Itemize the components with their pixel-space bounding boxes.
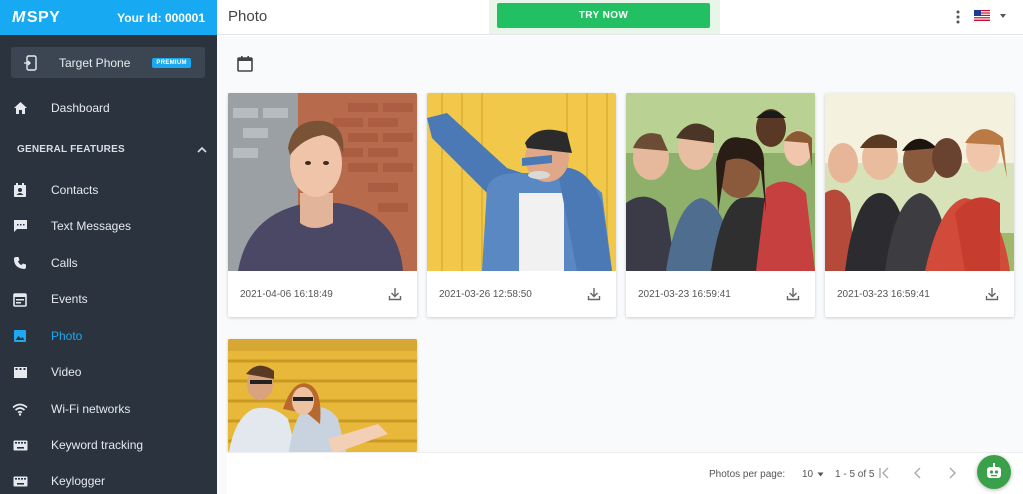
first-page-icon[interactable] [877, 466, 891, 480]
sidebar-item-wifi[interactable]: Wi-Fi networks [0, 394, 217, 424]
keyboard-icon [12, 473, 28, 489]
per-page-label: Photos per page: [709, 469, 786, 480]
chat-support-button[interactable] [977, 455, 1011, 489]
sidebar-item-label: Photo [51, 329, 83, 343]
download-icon[interactable] [388, 287, 402, 301]
sidebar-item-contacts[interactable]: Contacts [0, 175, 217, 205]
phone-switch-icon [24, 54, 37, 71]
calendar-icon[interactable] [236, 55, 254, 73]
sidebar-item-label: Wi-Fi networks [51, 402, 131, 416]
sidebar-item-label: Events [51, 292, 88, 306]
photo-thumbnail[interactable] [825, 93, 1014, 271]
caret-down-icon[interactable] [999, 13, 1007, 19]
photo-thumbnail[interactable] [228, 339, 417, 452]
next-page-icon[interactable] [945, 466, 959, 480]
sidebar-header: M SPY Your Id: 000001 [0, 0, 217, 35]
photo-caption: 2021-03-26 12:58:50 [427, 271, 616, 317]
phone-icon [12, 255, 28, 271]
download-icon[interactable] [985, 287, 999, 301]
page-range: 1 - 5 of 5 [835, 469, 875, 480]
sidebar-item-calls[interactable]: Calls [0, 248, 217, 278]
sidebar-item-label: Video [51, 365, 82, 379]
photo-caption: 2021-03-23 16:59:41 [825, 271, 1014, 317]
more-vert-icon[interactable] [954, 9, 962, 25]
sidebar-item-events[interactable]: Events [0, 284, 217, 314]
sidebar-item-label: Contacts [51, 183, 99, 197]
page-title: Photo [228, 8, 268, 25]
photo-caption: 2021-03-23 16:59:41 [626, 271, 815, 317]
prev-page-icon[interactable] [911, 466, 925, 480]
chevron-up-icon [197, 146, 207, 153]
sidebar-item-label: Keyword tracking [51, 438, 144, 452]
photo-card[interactable]: 2021-04-06 16:18:49 [228, 93, 417, 317]
photo-gallery: 2021-04-06 16:18:49 2021-03-26 12:58:50 [217, 36, 1023, 494]
logo-text: SPY [26, 8, 61, 26]
sidebar-item-text-messages[interactable]: Text Messages [0, 211, 217, 241]
caret-down-icon[interactable] [817, 472, 824, 477]
try-now-button[interactable]: TRY NOW [497, 3, 710, 28]
photo-card[interactable] [228, 339, 417, 452]
sidebar-item-label: Calls [51, 256, 78, 270]
per-page-select[interactable]: 10 [802, 469, 813, 480]
contacts-icon [12, 182, 28, 198]
logo[interactable]: M SPY [12, 9, 60, 27]
video-icon [12, 364, 28, 380]
sidebar-item-label: Dashboard [51, 101, 110, 115]
keyboard-icon [12, 437, 28, 453]
section-title: GENERAL FEATURES [17, 143, 125, 155]
photo-date: 2021-03-23 16:59:41 [837, 288, 930, 300]
photo-date: 2021-04-06 16:18:49 [240, 288, 333, 300]
photo-card[interactable]: 2021-03-26 12:58:50 [427, 93, 616, 317]
photo-card[interactable]: 2021-03-23 16:59:41 [626, 93, 815, 317]
user-id: Your Id: 000001 [117, 10, 205, 25]
photo-thumbnail[interactable] [626, 93, 815, 271]
sidebar-item-keyword-tracking[interactable]: Keyword tracking [0, 430, 217, 460]
try-now-banner: TRY NOW [489, 0, 720, 34]
sidebar-item-label: Text Messages [51, 219, 132, 233]
wifi-icon [12, 401, 28, 417]
photo-thumbnail[interactable] [228, 93, 417, 271]
message-icon [12, 218, 28, 234]
section-general-features[interactable]: GENERAL FEATURES [17, 140, 207, 158]
logo-mark: M [12, 8, 26, 26]
us-flag-icon[interactable] [974, 10, 990, 21]
sidebar-item-video[interactable]: Video [0, 357, 217, 387]
target-phone-label: Target Phone [59, 55, 131, 70]
top-bar: Photo TRY NOW [217, 0, 1023, 35]
photo-card[interactable]: 2021-03-23 16:59:41 [825, 93, 1014, 317]
photo-thumbnail[interactable] [427, 93, 616, 271]
chat-bot-icon [987, 463, 1001, 478]
premium-badge: PREMIUM [152, 57, 191, 68]
sidebar-item-photo[interactable]: Photo [0, 321, 217, 351]
download-icon[interactable] [786, 287, 800, 301]
photo-caption: 2021-04-06 16:18:49 [228, 271, 417, 317]
sidebar-item-label: Keylogger [51, 474, 106, 488]
pagination-bar: Photos per page: 10 1 - 5 of 5 [227, 452, 1023, 494]
sidebar: M SPY Your Id: 000001 Target Phone PREMIU… [0, 0, 217, 494]
target-phone-selector[interactable]: Target Phone PREMIUM [11, 47, 205, 78]
sidebar-item-keylogger[interactable]: Keylogger [0, 466, 217, 494]
home-icon [12, 100, 28, 116]
download-icon[interactable] [587, 287, 601, 301]
photo-date: 2021-03-26 12:58:50 [439, 288, 532, 300]
photo-date: 2021-03-23 16:59:41 [638, 288, 731, 300]
calendar-icon [12, 291, 28, 307]
sidebar-item-dashboard[interactable]: Dashboard [0, 93, 217, 123]
image-icon [12, 328, 28, 344]
